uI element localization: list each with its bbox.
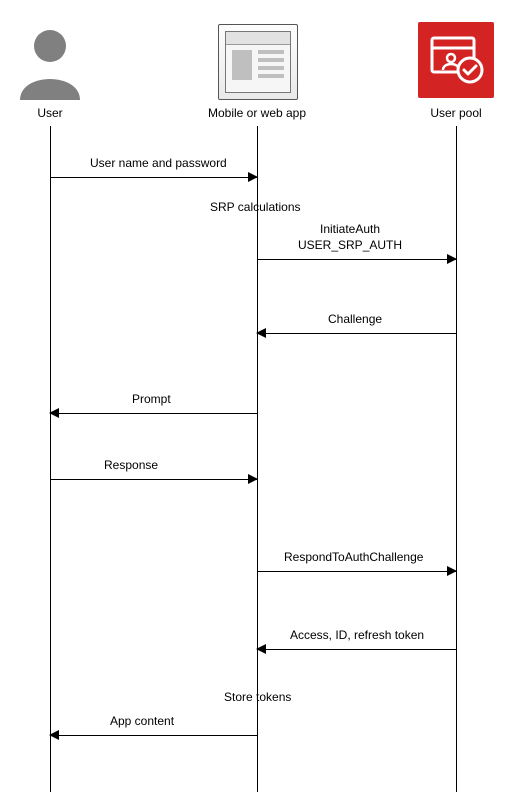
msg-response: Response [104, 458, 158, 472]
lifeline-user [50, 126, 51, 792]
msg-app-content: App content [110, 714, 174, 728]
lifeline-pool [456, 126, 457, 792]
sequence-diagram: User Mobile or web app User pool User na… [0, 0, 521, 802]
msg-username-password: User name and password [90, 156, 227, 170]
msg-respond-to-auth-challenge: RespondToAuthChallenge [284, 550, 423, 564]
actor-label-app: Mobile or web app [207, 106, 307, 120]
actor-label-user: User [0, 106, 100, 120]
arrow-prompt [50, 406, 257, 420]
msg-prompt: Prompt [132, 392, 171, 406]
arrow-app-content [50, 728, 257, 742]
app-icon [218, 24, 298, 100]
arrow-respond-to-auth-challenge [257, 564, 456, 578]
user-icon [10, 20, 90, 100]
arrow-initiateauth [257, 252, 456, 266]
msg-user-srp-auth: USER_SRP_AUTH [298, 238, 402, 252]
msg-challenge: Challenge [328, 312, 382, 326]
actor-label-pool: User pool [406, 106, 506, 120]
msg-tokens: Access, ID, refresh token [290, 628, 424, 642]
note-store-tokens: Store tokens [224, 690, 291, 704]
note-srp-calculations: SRP calculations [210, 200, 301, 214]
arrow-username-password [50, 170, 257, 184]
user-pool-icon [418, 22, 494, 98]
arrow-tokens [257, 642, 456, 656]
arrow-challenge [257, 326, 456, 340]
arrow-response [50, 472, 257, 486]
msg-initiateauth: InitiateAuth [320, 222, 380, 236]
